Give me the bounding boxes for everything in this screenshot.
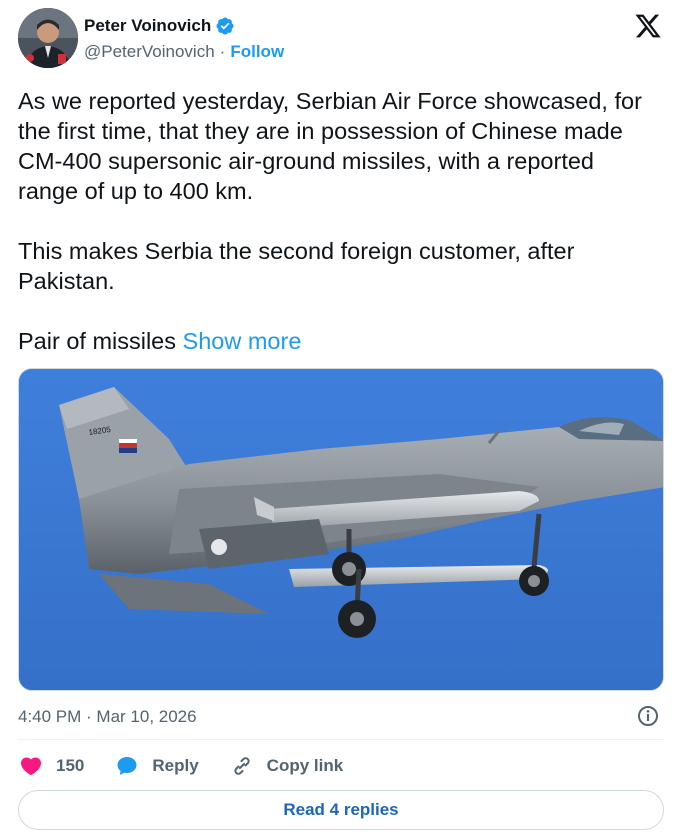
tweet-header: Peter Voinovich @PeterVoinovich · Follow	[18, 8, 664, 70]
author-handle-row: @PeterVoinovich · Follow	[84, 42, 284, 62]
author-name-row: Peter Voinovich	[84, 16, 235, 36]
separator-dot: ·	[219, 42, 226, 61]
follow-button[interactable]: Follow	[230, 42, 284, 62]
like-button[interactable]: 150	[18, 754, 84, 778]
show-more-link[interactable]: Show more	[183, 328, 302, 354]
fighter-jet-image: 18205	[19, 369, 663, 690]
copy-link-label: Copy link	[266, 756, 344, 775]
read-replies-button[interactable]: Read 4 replies	[18, 790, 664, 830]
timestamp[interactable]: 4:40 PM · Mar 10, 2026	[18, 707, 197, 727]
author-name[interactable]: Peter Voinovich	[84, 16, 211, 36]
tweet-paragraph-3: Pair of missiles	[18, 328, 183, 354]
reply-bubble-icon	[117, 757, 137, 775]
divider	[18, 739, 664, 740]
link-icon	[234, 757, 250, 775]
tweet-photo[interactable]: 18205	[18, 368, 664, 691]
author-handle[interactable]: @PeterVoinovich	[84, 42, 215, 62]
avatar[interactable]	[18, 8, 78, 68]
tweet-text: As we reported yesterday, Serbian Air Fo…	[18, 86, 658, 356]
action-bar: 150 Reply Copy link	[18, 752, 664, 780]
tweet-meta: 4:40 PM · Mar 10, 2026	[18, 704, 664, 730]
tweet-paragraph-2: This makes Serbia the second foreign cus…	[18, 238, 581, 294]
reply-label: Reply	[152, 756, 199, 775]
reply-button[interactable]: Reply	[114, 754, 199, 778]
x-logo-icon[interactable]	[634, 12, 662, 40]
copy-link-button[interactable]: Copy link	[229, 754, 344, 778]
heart-icon	[20, 757, 42, 776]
verified-badge-icon	[215, 16, 235, 36]
info-icon[interactable]	[636, 704, 660, 728]
like-count: 150	[56, 756, 85, 775]
tweet-paragraph-1: As we reported yesterday, Serbian Air Fo…	[18, 88, 649, 204]
